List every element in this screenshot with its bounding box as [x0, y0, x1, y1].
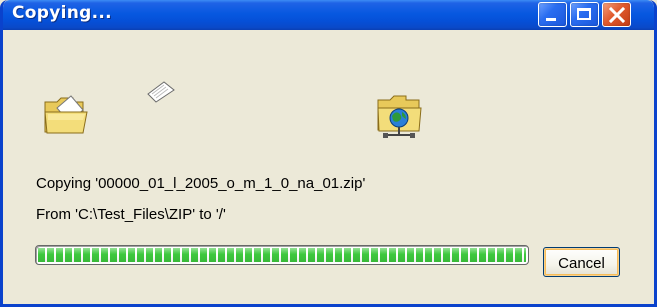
copy-progress-bar — [35, 245, 529, 265]
minimize-icon — [546, 18, 556, 21]
folder-icon — [44, 95, 88, 134]
copy-file-status: Copying '00000_01_l_2005_o_m_1_0_na_01.z… — [36, 175, 366, 192]
maximize-button[interactable] — [570, 2, 599, 27]
copy-path-status: From 'C:\Test_Files\ZIP' to '/' — [36, 206, 226, 223]
close-button[interactable] — [602, 2, 631, 27]
cancel-button-label: Cancel — [558, 254, 605, 272]
dialog-body: Copying '00000_01_l_2005_o_m_1_0_na_01.z… — [3, 30, 654, 304]
cancel-button[interactable]: Cancel — [543, 247, 620, 277]
network-folder-icon — [377, 95, 422, 138]
progress-fill — [38, 248, 526, 262]
minimize-button[interactable] — [538, 2, 567, 27]
title-bar[interactable]: Copying... — [3, 0, 654, 30]
copy-dialog: Copying... Copying '00000_01_l_2005_o_m_… — [0, 0, 657, 307]
window-title: Copying... — [12, 3, 112, 23]
paper-sheet-icon — [147, 81, 175, 103]
close-icon — [608, 6, 626, 24]
maximize-icon — [577, 8, 591, 20]
